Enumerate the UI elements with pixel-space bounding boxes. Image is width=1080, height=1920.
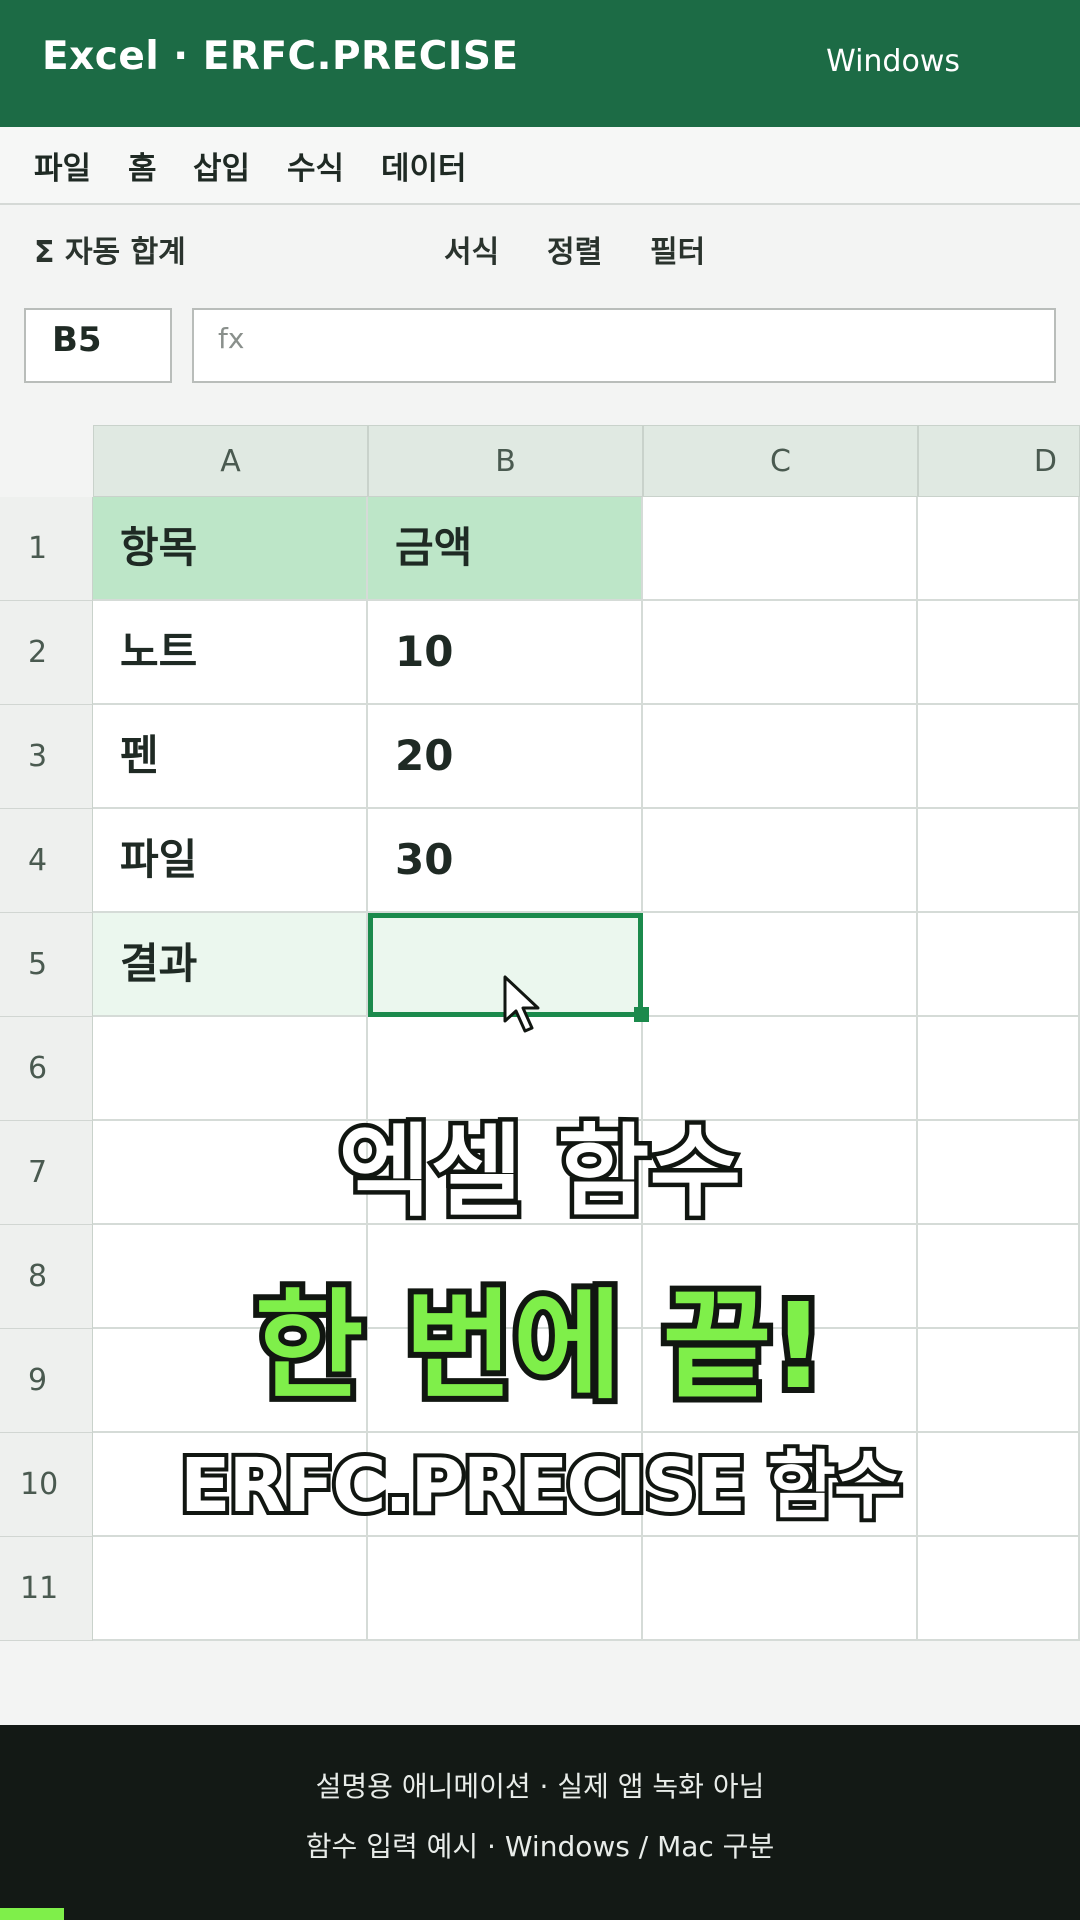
cell-c4[interactable] [643, 809, 918, 913]
progress-accent [0, 1908, 64, 1920]
cell-d5[interactable] [918, 913, 1080, 1017]
row-header-4[interactable]: 4 [0, 809, 93, 913]
fill-handle[interactable] [634, 1007, 649, 1022]
format-button[interactable]: 서식 [444, 227, 499, 271]
cell-a3[interactable]: 펜 [93, 705, 368, 809]
cell-a2[interactable]: 노트 [93, 601, 368, 705]
menu-home[interactable]: 홈 [128, 143, 157, 188]
footer-note-2: 함수 입력 예시 · Windows / Mac 구분 [305, 1830, 775, 1863]
cell-b11[interactable] [368, 1537, 643, 1641]
ribbon: Σ 자동 합계 서식 정렬 필터 [0, 207, 1080, 295]
title-bar: Excel · ERFC.PRECISE Windows [0, 0, 1080, 127]
platform-label: Windows [826, 44, 960, 79]
fx-icon: fx [218, 322, 245, 355]
row-header-2[interactable]: 2 [0, 601, 93, 705]
menu-data[interactable]: 데이터 [381, 143, 467, 188]
cell-b2[interactable]: 10 [368, 601, 643, 705]
row-header-1[interactable]: 1 [0, 497, 93, 601]
cell-a4[interactable]: 파일 [93, 809, 368, 913]
caption-line-1: 엑셀 함수 [334, 1109, 746, 1235]
cell-c2[interactable] [643, 601, 918, 705]
cell-a1[interactable]: 항목 [93, 497, 368, 601]
sort-button[interactable]: 정렬 [547, 227, 602, 271]
name-box[interactable]: B5 [24, 308, 172, 383]
row-header-5[interactable]: 5 [0, 913, 93, 1017]
menu-file[interactable]: 파일 [34, 143, 91, 188]
formula-input[interactable]: fx [192, 308, 1056, 383]
footer-note-1: 설명용 애니메이션 · 실제 앱 녹화 아님 [315, 1770, 765, 1803]
menu-bar: 파일 홈 삽입 수식 데이터 [0, 127, 1080, 205]
mouse-pointer-icon [503, 975, 540, 1033]
cell-d4[interactable] [918, 809, 1080, 913]
cell-c3[interactable] [643, 705, 918, 809]
filter-button[interactable]: 필터 [650, 227, 705, 271]
cell-b3[interactable]: 20 [368, 705, 643, 809]
column-header-c[interactable]: C [643, 425, 918, 497]
cell-d11[interactable] [918, 1537, 1080, 1641]
column-header-d[interactable]: D [918, 425, 1080, 497]
cell-c11[interactable] [643, 1537, 918, 1641]
cell-d1[interactable] [918, 497, 1080, 601]
column-header-a[interactable]: A [93, 425, 368, 497]
cell-c1[interactable] [643, 497, 918, 601]
cell-b1[interactable]: 금액 [368, 497, 643, 601]
footer: 설명용 애니메이션 · 실제 앱 녹화 아님 함수 입력 예시 · Window… [0, 1725, 1080, 1920]
cell-c5[interactable] [643, 913, 918, 1017]
autosum-button[interactable]: Σ 자동 합계 [34, 227, 186, 271]
cell-d2[interactable] [918, 601, 1080, 705]
menu-formulas[interactable]: 수식 [287, 143, 344, 188]
row-header-11[interactable]: 11 [0, 1537, 93, 1641]
column-header-b[interactable]: B [368, 425, 643, 497]
caption-line-3: ERFC.PRECISE 함수 [176, 1439, 906, 1533]
cell-b4[interactable]: 30 [368, 809, 643, 913]
menu-insert[interactable]: 삽입 [193, 143, 250, 188]
row-header-3[interactable]: 3 [0, 705, 93, 809]
cell-a5[interactable]: 결과 [93, 913, 368, 1017]
cell-d3[interactable] [918, 705, 1080, 809]
cell-a11[interactable] [93, 1537, 368, 1641]
caption-line-2: 한 번에 끝! [249, 1271, 831, 1421]
app-title: Excel · ERFC.PRECISE [42, 34, 519, 79]
